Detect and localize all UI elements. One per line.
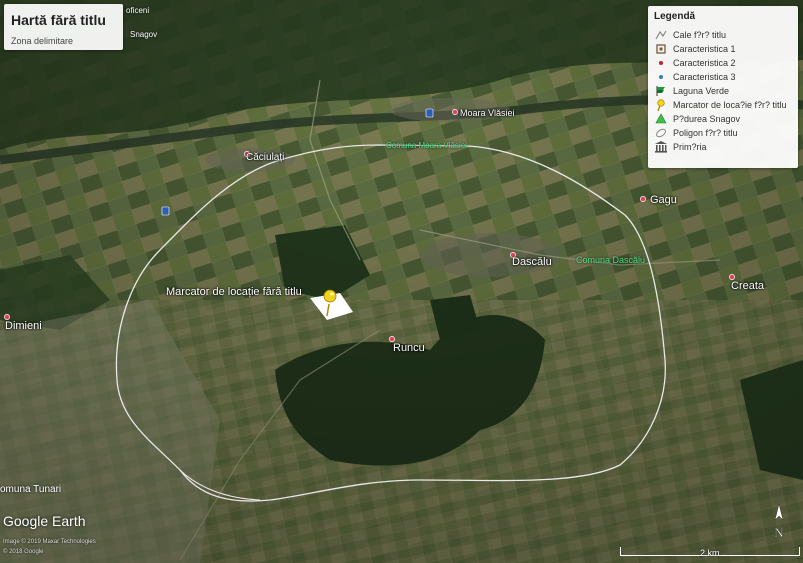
place-dot-moara-vlasiei[interactable]: [452, 109, 458, 115]
place-label-dascalu[interactable]: Dascălu: [512, 256, 552, 268]
legend-item[interactable]: Caracteristica 2: [654, 56, 736, 70]
flag-icon: [654, 84, 668, 98]
polygon-icon: [654, 126, 668, 140]
place-label-caciulati[interactable]: Căciulați: [246, 152, 284, 163]
area-label-tunari: omuna Tunari: [0, 484, 62, 495]
place-dot-creata[interactable]: [729, 274, 735, 280]
tree-icon: [654, 112, 668, 126]
place-label-creata[interactable]: Creata: [731, 280, 764, 292]
building-icon: [654, 140, 668, 154]
legend-item[interactable]: Poligon f?r? titlu: [654, 126, 738, 140]
north-arrow-icon[interactable]: N: [769, 502, 789, 542]
scale-label: 2 km: [700, 548, 720, 558]
legend-item[interactable]: P?durea Snagov: [654, 112, 740, 126]
legend-item[interactable]: Caracteristica 1: [654, 42, 736, 56]
pushpin-icon: [654, 98, 668, 112]
north-label: N: [774, 525, 784, 540]
place-label-top: oficeni: [126, 6, 150, 15]
path-icon: [654, 28, 668, 42]
google-earth-logo: Google Earth: [3, 513, 86, 529]
blue-dot-icon: [654, 70, 668, 84]
map-subtitle: Zona delimitare: [11, 36, 74, 46]
place-label-runcu[interactable]: Runcu: [393, 342, 425, 354]
legend-item[interactable]: Prim?ria: [654, 140, 707, 154]
legend-item[interactable]: Caracteristica 3: [654, 70, 736, 84]
imagery-credit: Image © 2019 Maxar Technologies: [3, 539, 96, 545]
area-label-moara-vlasiei: Comuna Moara Vlăsiei: [386, 141, 467, 150]
place-label-snagov: Snagov: [130, 30, 158, 39]
area-label-dascalu: Comuna Dascălu: [576, 255, 646, 265]
place-label-dimieni[interactable]: Dimieni: [5, 320, 42, 332]
place-dot-dimieni[interactable]: [4, 314, 10, 320]
marker-label[interactable]: Marcator de locație fără titlu: [166, 286, 302, 298]
square-feature-icon: [654, 42, 668, 56]
legend-item[interactable]: Cale f?r? titlu: [654, 28, 726, 42]
place-label-gagu[interactable]: Gagu: [650, 194, 677, 206]
google-credit: © 2018 Google: [3, 549, 44, 555]
legend-title: Legendă: [654, 11, 696, 22]
legend-item[interactable]: Marcator de loca?ie f?r? titlu: [654, 98, 787, 112]
place-dot-runcu[interactable]: [389, 336, 395, 342]
place-label-moara-vlasiei[interactable]: Moara Vlăsiei: [460, 108, 515, 118]
map-title-panel: Hartă fără titlu Zona delimitare: [4, 4, 123, 50]
place-dot-gagu[interactable]: [640, 196, 646, 202]
red-dot-icon: [654, 56, 668, 70]
map-title: Hartă fără titlu: [11, 12, 106, 28]
legend-panel: Legendă Cale f?r? titlu Caracteristica 1…: [648, 6, 798, 168]
legend-item[interactable]: Laguna Verde: [654, 84, 729, 98]
